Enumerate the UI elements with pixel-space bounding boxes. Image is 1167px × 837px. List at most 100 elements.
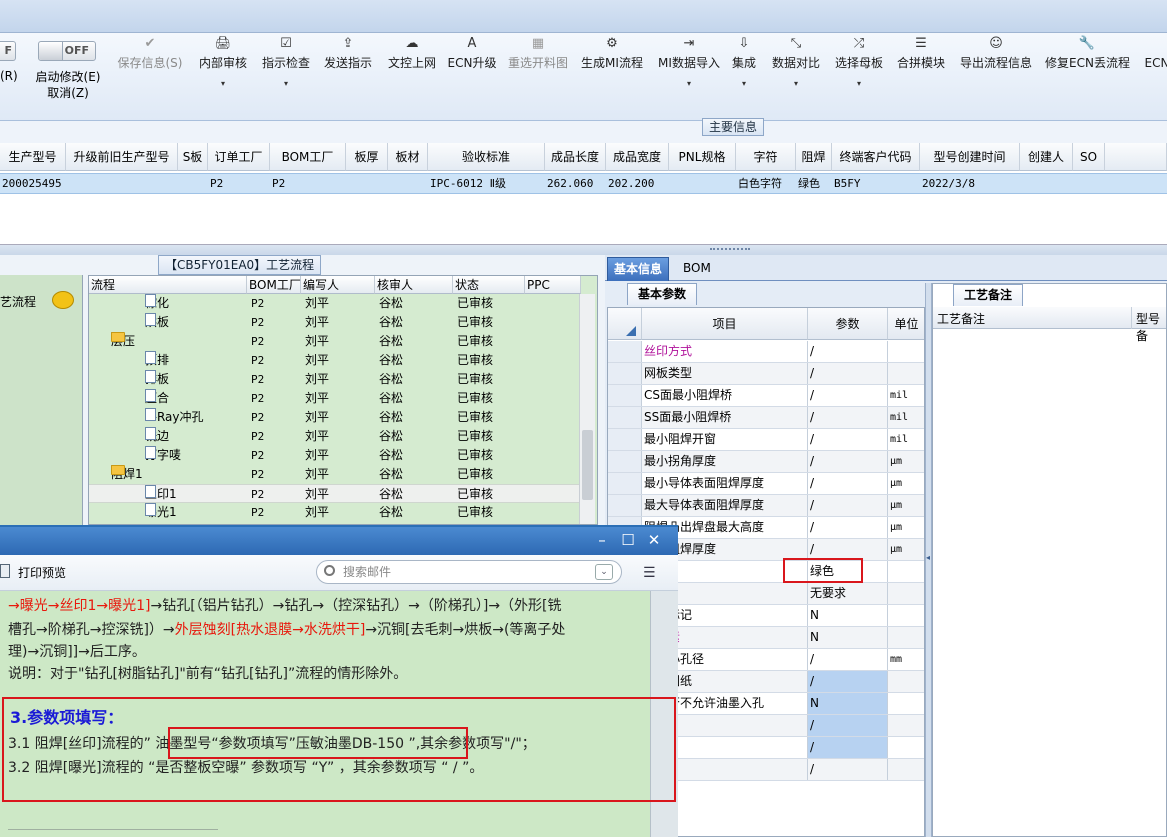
main-cell-7[interactable]: IPC-6012 Ⅱ级	[430, 173, 545, 194]
main-col-13[interactable]: 终端客户代码	[832, 143, 920, 171]
toolbar-button-7[interactable]: ⚙ 生成MI流程	[578, 33, 646, 119]
row-indicator[interactable]	[608, 429, 642, 450]
main-cell-11[interactable]: 白色字符	[738, 173, 796, 194]
main-col-3[interactable]: 订单工厂	[208, 143, 270, 171]
main-col-5[interactable]: 板厚	[346, 143, 388, 171]
search-options-icon[interactable]: ⌄	[595, 564, 613, 580]
collapse-arrow-icon[interactable]: ◂	[926, 553, 930, 562]
main-col-4[interactable]: BOM工厂	[270, 143, 346, 171]
cancel-label[interactable]: 取消(Z)	[28, 85, 108, 101]
edit-toggle-switch[interactable]: OFF	[38, 41, 96, 61]
param-value[interactable]: /	[808, 539, 888, 560]
vertical-splitter[interactable]: ◂	[925, 283, 932, 837]
flow-row[interactable]: 预排 P2 刘平 谷松 已审核	[89, 351, 579, 370]
menu-icon[interactable]: ☰	[643, 565, 656, 581]
flow-row[interactable]: 曝光1 P2 刘平 谷松 已审核	[89, 503, 579, 522]
param-value[interactable]: N	[808, 693, 888, 714]
param-value[interactable]: /	[808, 473, 888, 494]
toolbar-button-10[interactable]: ⤡ 数据对比 ▾	[768, 33, 824, 119]
param-value[interactable]: /	[808, 671, 888, 692]
main-col-7[interactable]: 验收标准	[428, 143, 545, 171]
param-col-unit[interactable]: 单位	[888, 308, 924, 340]
tab-process-notes[interactable]: 工艺备注	[953, 284, 1024, 306]
print-preview-button[interactable]: 打印预览	[18, 564, 66, 581]
main-cell-1[interactable]	[68, 173, 178, 194]
param-row[interactable]: CS面最小阻焊桥 / mil	[608, 385, 924, 407]
main-col-2[interactable]: S板	[178, 143, 208, 171]
main-cell-15[interactable]	[1022, 173, 1073, 194]
toolbar-button-3[interactable]: ⇪ 发送指示	[322, 33, 374, 119]
flow-col-0[interactable]: 流程	[89, 276, 247, 294]
print-icon[interactable]	[0, 564, 10, 578]
tab-bom[interactable]: BOM	[677, 257, 717, 281]
param-value[interactable]: /	[808, 517, 888, 538]
param-value[interactable]: /	[808, 341, 888, 362]
notes-col-remark[interactable]: 工艺备注	[937, 310, 985, 327]
toolbar-button-1[interactable]: 🖨 内部审核 ▾	[197, 33, 249, 119]
flow-row[interactable]: 烘板 P2 刘平 谷松 已审核	[89, 313, 579, 332]
param-row[interactable]: 网板类型 /	[608, 363, 924, 385]
main-cell-4[interactable]: P2	[272, 173, 346, 194]
main-col-0[interactable]: 生产型号	[0, 143, 66, 171]
flow-row[interactable]: −层压P2刘平谷松已审核	[89, 332, 579, 351]
tab-basic-info[interactable]: 基本信息	[607, 257, 670, 281]
flow-col-5[interactable]: PPC	[525, 276, 581, 294]
row-indicator[interactable]	[608, 341, 642, 362]
main-col-9[interactable]: 成品宽度	[606, 143, 669, 171]
main-cell-9[interactable]: 202.200	[608, 173, 669, 194]
param-row[interactable]: SS面最小阻焊桥 / mil	[608, 407, 924, 429]
param-value[interactable]: N	[808, 627, 888, 648]
chevron-down-icon[interactable]: ▾	[729, 80, 759, 88]
main-cell-2[interactable]	[180, 173, 208, 194]
toolbar-button-15[interactable]: ECN自	[1138, 33, 1167, 119]
flow-col-3[interactable]: 核审人	[375, 276, 453, 294]
toolbar-button-6[interactable]: ▦ 重选开料图	[505, 33, 571, 119]
param-row[interactable]: 最小导体表面阻焊厚度 / μm	[608, 473, 924, 495]
main-col-12[interactable]: 阻焊	[796, 143, 832, 171]
mail-scrollbar[interactable]	[650, 591, 678, 837]
toolbar-button-0[interactable]: ✔ 保存信息(S)	[112, 33, 188, 119]
notes-col-model[interactable]: 型号备	[1136, 310, 1166, 344]
main-col-1[interactable]: 升级前旧生产型号	[66, 143, 178, 171]
toolbar-button-11[interactable]: ⤮ 选择母板 ▾	[833, 33, 885, 119]
close-icon[interactable]: ✕	[643, 530, 665, 550]
mail-search-input[interactable]: 搜索邮件 ⌄	[316, 560, 622, 584]
maximize-icon[interactable]: ☐	[617, 530, 639, 550]
main-cell-13[interactable]: B5FY	[834, 173, 920, 194]
main-cell-6[interactable]	[390, 173, 428, 194]
toolbar-button-14[interactable]: 🔧 修复ECN丢流程	[1045, 33, 1130, 119]
param-row[interactable]: 最小拐角厚度 / μm	[608, 451, 924, 473]
main-col-16[interactable]: SO	[1073, 143, 1105, 171]
main-info-caption[interactable]: 主要信息	[702, 118, 765, 136]
param-row[interactable]: 最大导体表面阻焊厚度 / μm	[608, 495, 924, 517]
chevron-down-icon[interactable]: ▾	[768, 80, 824, 88]
comment-bubble-icon[interactable]	[52, 291, 74, 309]
flow-row[interactable]: 打字唛 P2 刘平 谷松 已审核	[89, 446, 579, 465]
row-indicator[interactable]	[608, 407, 642, 428]
toolbar-button-8[interactable]: ⇥ MI数据导入 ▾	[654, 33, 724, 119]
minimize-icon[interactable]: –	[591, 530, 613, 550]
main-cell-8[interactable]: 262.060	[547, 173, 606, 194]
main-col-15[interactable]: 创建人	[1020, 143, 1073, 171]
chevron-down-icon[interactable]: ▾	[654, 80, 724, 88]
row-indicator[interactable]	[608, 385, 642, 406]
param-value[interactable]: /	[808, 759, 888, 780]
chevron-down-icon[interactable]: ▾	[833, 80, 885, 88]
toolbar-button-12[interactable]: ☰ 合拼模块	[895, 33, 947, 119]
param-value[interactable]: 绿色	[808, 561, 888, 582]
chevron-down-icon[interactable]: ▾	[197, 80, 249, 88]
main-cell-5[interactable]	[348, 173, 388, 194]
main-col-11[interactable]: 字符	[736, 143, 796, 171]
flow-row[interactable]: X-Ray冲孔 P2 刘平 谷松 已审核	[89, 408, 579, 427]
scrollbar-thumb[interactable]	[582, 430, 593, 500]
row-indicator[interactable]	[608, 473, 642, 494]
flow-col-4[interactable]: 状态	[453, 276, 525, 294]
main-col-14[interactable]: 型号创建时间	[920, 143, 1020, 171]
main-cell-14[interactable]: 2022/3/8	[922, 173, 1020, 194]
flow-row[interactable]: 排板 P2 刘平 谷松 已审核	[89, 370, 579, 389]
flow-row[interactable]: 铣边 P2 刘平 谷松 已审核	[89, 427, 579, 446]
toolbar-button-13[interactable]: ☺ 导出流程信息	[957, 33, 1035, 119]
param-value[interactable]: /	[808, 495, 888, 516]
chevron-down-icon[interactable]: ▾	[260, 80, 312, 88]
process-flow-caption[interactable]: 【CB5FY01EA0】工艺流程	[158, 255, 322, 275]
